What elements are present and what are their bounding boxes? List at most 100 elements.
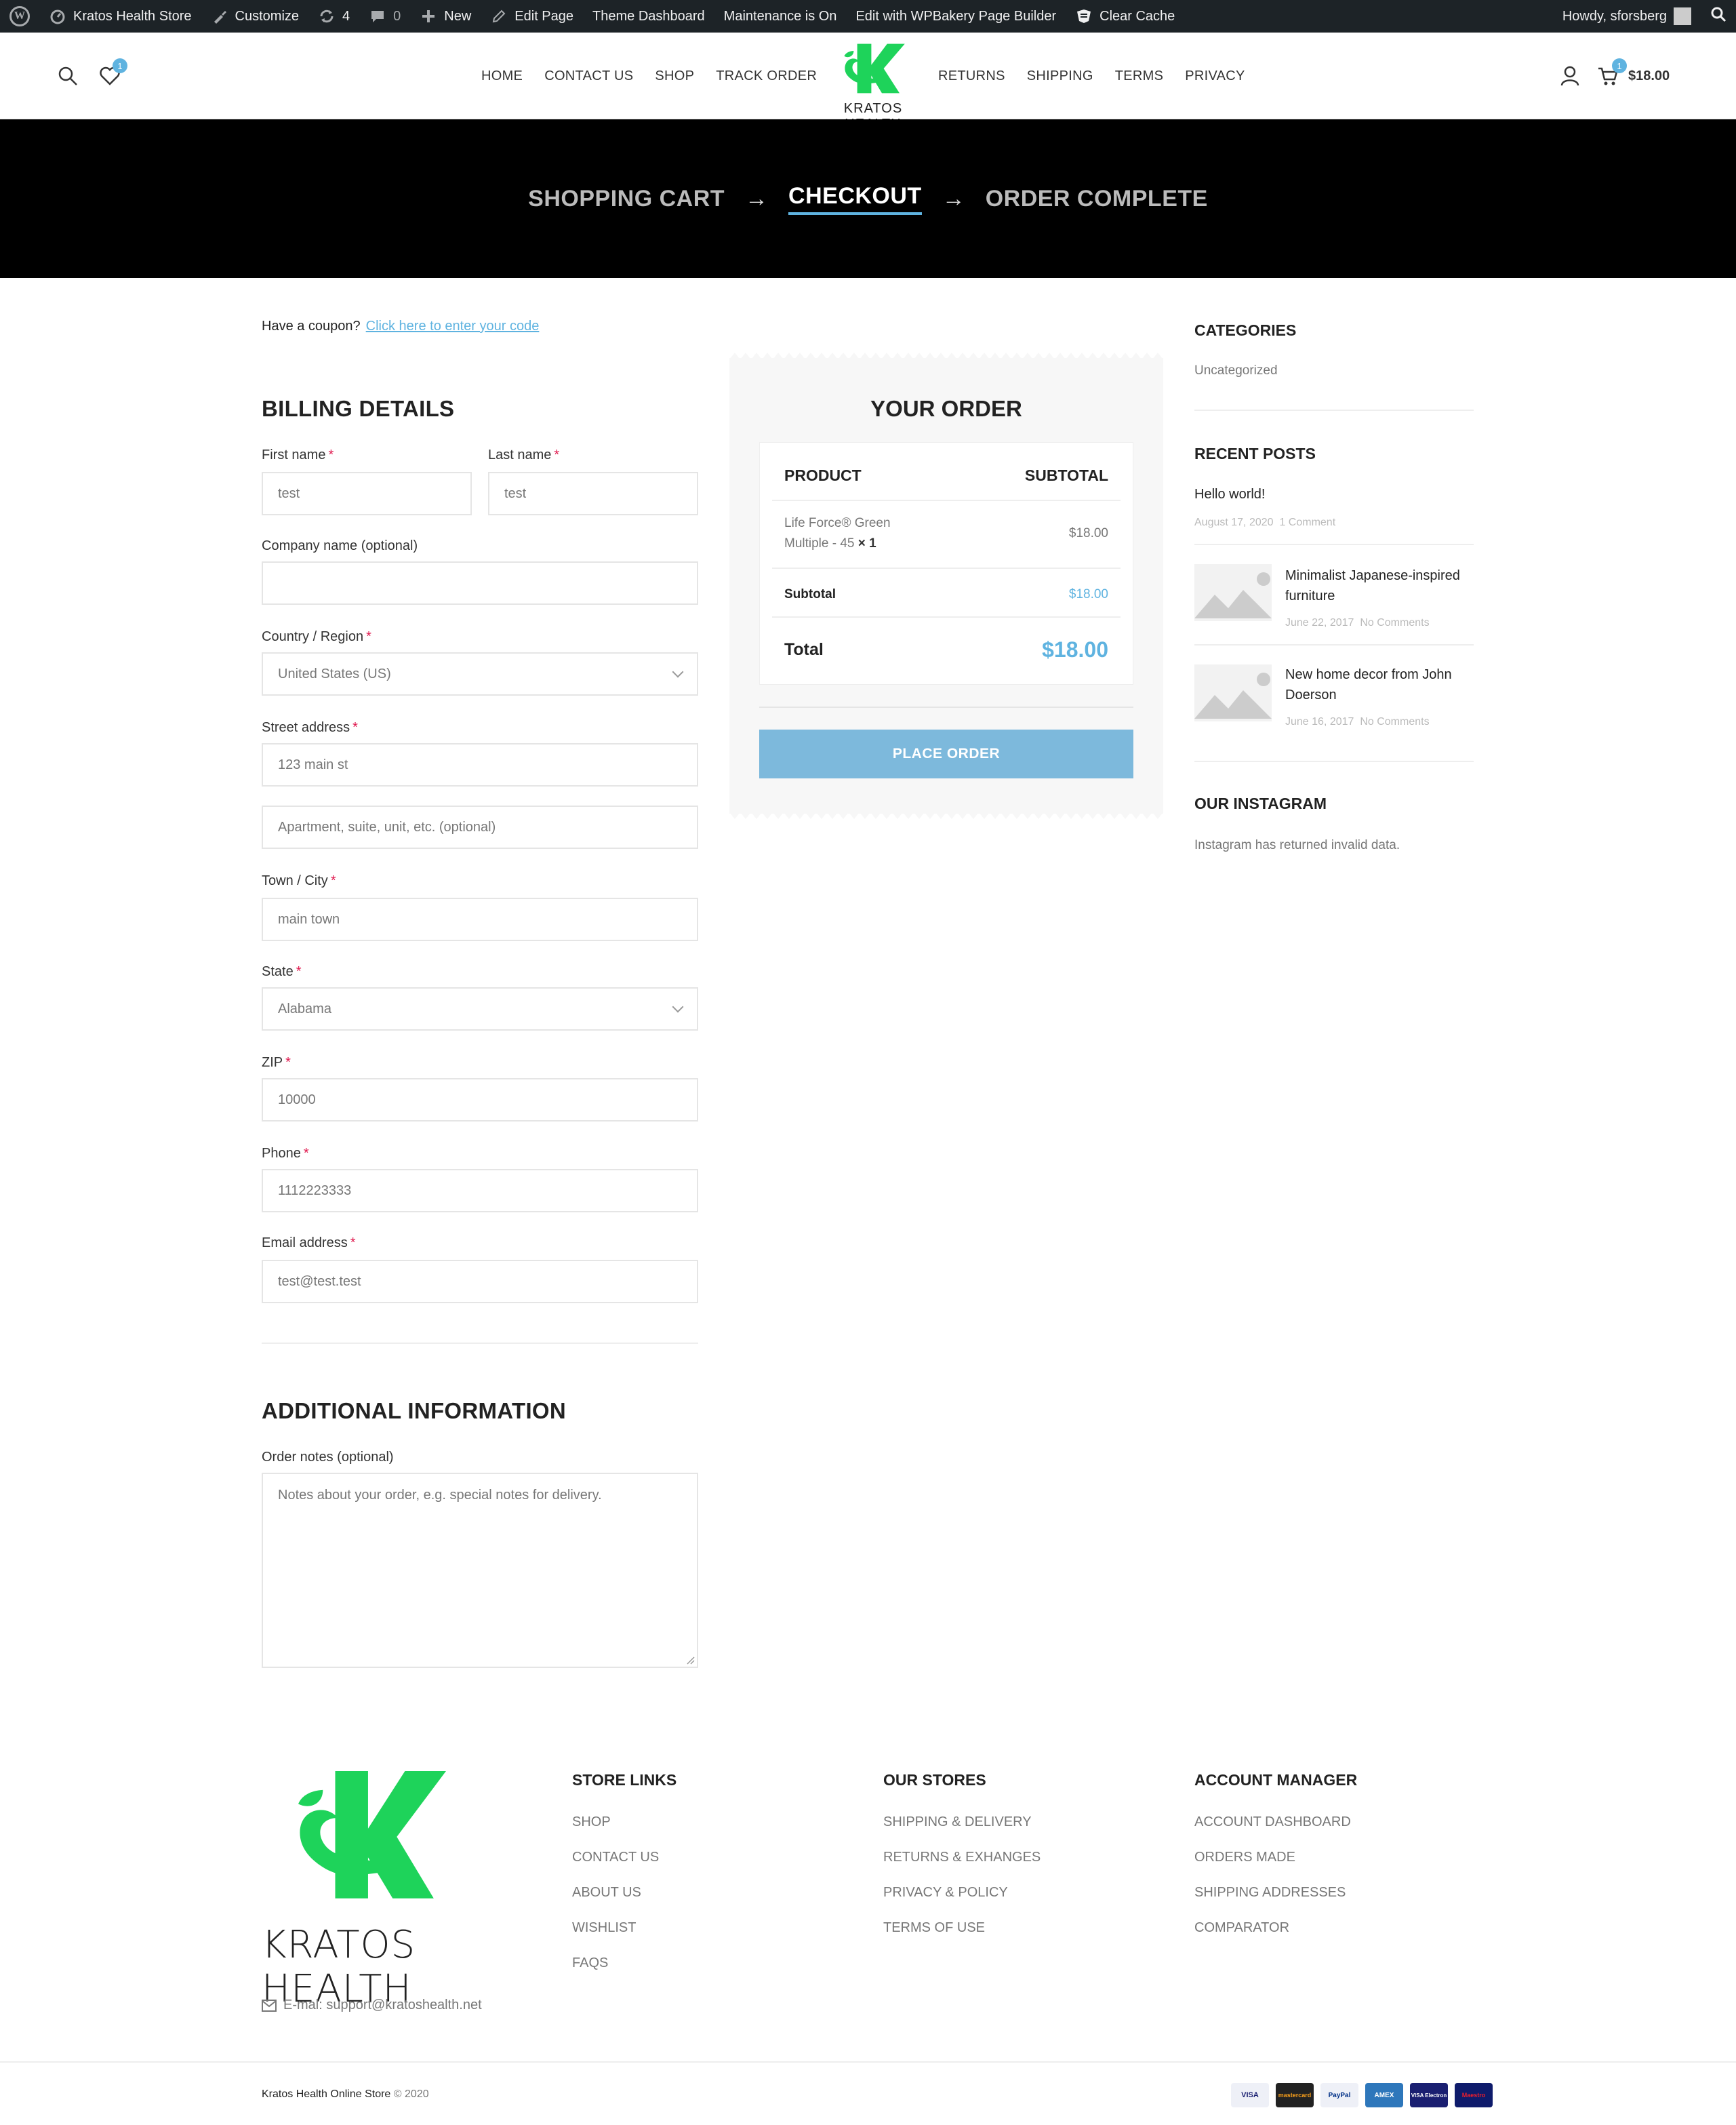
post-comments[interactable]: 1 Comment <box>1279 517 1335 528</box>
footer-link-contact-us[interactable]: CONTACT US <box>572 1850 659 1865</box>
your-order-title: YOUR ORDER <box>870 396 1022 421</box>
coupon-notice: Have a coupon? Click here to enter your c… <box>262 319 539 334</box>
state-select[interactable]: Alabama <box>262 987 698 1031</box>
customize-link[interactable]: Customize <box>201 0 308 33</box>
step-arrow-icon: → <box>942 185 965 212</box>
comments-link[interactable]: 0 <box>359 0 410 33</box>
order-notes-textarea[interactable]: Notes about your order, e.g. special not… <box>262 1473 698 1668</box>
street-field[interactable]: 123 main st <box>262 743 698 787</box>
footer-link-shipping-delivery[interactable]: SHIPPING & DELIVERY <box>883 1814 1032 1830</box>
state-label-text: State <box>262 964 294 979</box>
email-label-text: Email address <box>262 1235 348 1250</box>
wordpress-icon: W <box>9 6 30 26</box>
recent-post-title[interactable]: Hello world! <box>1194 487 1265 502</box>
footer-link-comparator[interactable]: COMPARATOR <box>1194 1920 1289 1936</box>
paintbrush-icon <box>211 7 228 25</box>
footer-link-terms-of-use[interactable]: TERMS OF USE <box>883 1920 985 1936</box>
store-links-title: STORE LINKS <box>572 1771 677 1789</box>
recent-post-title[interactable]: Minimalist Japanese-inspired furniture <box>1285 565 1460 606</box>
total-label: Total <box>784 639 824 659</box>
last-name-label: Last name * <box>488 448 559 463</box>
clear-cache-link[interactable]: Clear Cache <box>1066 0 1184 33</box>
recent-post-title[interactable]: New home decor from John Doerson <box>1285 664 1452 705</box>
copyright-store: Kratos Health Online Store <box>262 2088 391 2100</box>
nav-terms[interactable]: TERMS <box>1115 68 1164 84</box>
nav-contact-us[interactable]: CONTACT US <box>544 68 633 84</box>
post-thumbnail[interactable] <box>1194 564 1272 621</box>
header-search-button[interactable] <box>56 64 80 88</box>
payment-methods: VISA mastercard PayPal AMEX VISA Electro… <box>1224 2083 1493 2107</box>
company-field[interactable] <box>262 561 698 605</box>
step-checkout[interactable]: CHECKOUT <box>788 183 922 215</box>
country-select[interactable]: United States (US) <box>262 652 698 696</box>
admin-search-button[interactable] <box>1701 0 1736 33</box>
footer-link-privacy-policy[interactable]: PRIVACY & POLICY <box>883 1885 1008 1901</box>
site-name-menu[interactable]: Kratos Health Store <box>39 0 201 33</box>
post-comments[interactable]: No Comments <box>1360 617 1429 629</box>
first-name-field[interactable]: test <box>262 472 472 515</box>
clear-cache-label: Clear Cache <box>1099 8 1175 24</box>
post-divider <box>1194 544 1474 545</box>
post-thumbnail[interactable] <box>1194 664 1272 721</box>
company-label: Company name (optional) <box>262 538 418 553</box>
updates-link[interactable]: 4 <box>308 0 359 33</box>
footer-link-returns[interactable]: RETURNS & EXHANGES <box>883 1850 1041 1865</box>
town-label: Town / City * <box>262 873 336 889</box>
nav-shipping[interactable]: SHIPPING <box>1027 68 1093 84</box>
additional-title: ADDITIONAL INFORMATION <box>262 1398 567 1423</box>
place-order-button[interactable]: PLACE ORDER <box>759 730 1133 778</box>
checkout-steps: SHOPPING CART → CHECKOUT → ORDER COMPLET… <box>0 119 1736 278</box>
account-menu[interactable]: Howdy, sforsberg <box>1553 0 1701 33</box>
footer-link-shop[interactable]: SHOP <box>572 1814 611 1830</box>
coupon-text: Have a coupon? <box>262 319 361 334</box>
howdy-label: Howdy, sforsberg <box>1562 8 1667 24</box>
footer-email[interactable]: E-mal: support@kratoshealth.net <box>262 1998 482 2013</box>
copyright-year: © 2020 <box>393 2088 429 2100</box>
town-label-text: Town / City <box>262 873 328 888</box>
site-logo[interactable]: KRATOS HEALTH <box>822 37 925 132</box>
wpbakery-edit-link[interactable]: Edit with WPBakery Page Builder <box>846 0 1066 33</box>
apartment-field[interactable]: Apartment, suite, unit, etc. (optional) <box>262 806 698 849</box>
new-content-menu[interactable]: New <box>410 0 481 33</box>
category-link-uncategorized[interactable]: Uncategorized <box>1194 363 1278 378</box>
nav-home[interactable]: HOME <box>481 68 523 84</box>
email-field[interactable]: test@test.test <box>262 1260 698 1303</box>
wordpress-logo-menu[interactable]: W <box>0 0 39 33</box>
account-manager-title: ACCOUNT MANAGER <box>1194 1771 1358 1789</box>
nav-track-order[interactable]: TRACK ORDER <box>716 68 817 84</box>
footer-link-shipping-addresses[interactable]: SHIPPING ADDRESSES <box>1194 1885 1346 1901</box>
footer-link-orders-made[interactable]: ORDERS MADE <box>1194 1850 1295 1865</box>
main-nav-right: RETURNS SHIPPING TERMS PRIVACY <box>927 33 1256 119</box>
maintenance-status-link[interactable]: Maintenance is On <box>714 0 847 33</box>
col-subtotal: SUBTOTAL <box>1024 466 1108 484</box>
nav-shop[interactable]: SHOP <box>655 68 694 84</box>
coupon-link[interactable]: Click here to enter your code <box>366 319 540 334</box>
instagram-title: OUR INSTAGRAM <box>1194 795 1327 812</box>
nav-returns[interactable]: RETURNS <box>938 68 1005 84</box>
phone-label-text: Phone <box>262 1146 301 1161</box>
nav-privacy[interactable]: PRIVACY <box>1185 68 1245 84</box>
resize-handle-icon[interactable] <box>686 1656 695 1665</box>
zip-field[interactable]: 10000 <box>262 1078 698 1121</box>
post-comments[interactable]: No Comments <box>1360 716 1429 728</box>
required-mark: * <box>554 448 560 462</box>
footer-link-wishlist[interactable]: WISHLIST <box>572 1920 636 1936</box>
footer-link-account-dashboard[interactable]: ACCOUNT DASHBOARD <box>1194 1814 1351 1830</box>
cart-button[interactable]: 1 $18.00 <box>1597 58 1681 90</box>
town-field[interactable]: main town <box>262 898 698 941</box>
subtotal-label: Subtotal <box>784 587 836 601</box>
search-icon <box>1710 6 1727 26</box>
last-name-field[interactable]: test <box>488 472 698 515</box>
required-mark: * <box>303 1146 309 1161</box>
plus-icon <box>420 7 437 25</box>
phone-field[interactable]: 1112223333 <box>262 1169 698 1212</box>
account-button[interactable] <box>1558 64 1582 88</box>
footer-link-about-us[interactable]: ABOUT US <box>572 1885 641 1901</box>
recent-post-meta: June 22, 2017 No Comments <box>1285 617 1430 629</box>
footer-link-faqs[interactable]: FAQS <box>572 1955 608 1971</box>
wishlist-button[interactable]: 1 <box>96 58 127 90</box>
theme-dashboard-link[interactable]: Theme Dashboard <box>583 0 714 33</box>
edit-page-link[interactable]: Edit Page <box>481 0 583 33</box>
footer-logo[interactable]: KRATOS HEALTH <box>262 1767 492 2011</box>
step-shopping-cart[interactable]: SHOPPING CART <box>528 186 725 212</box>
